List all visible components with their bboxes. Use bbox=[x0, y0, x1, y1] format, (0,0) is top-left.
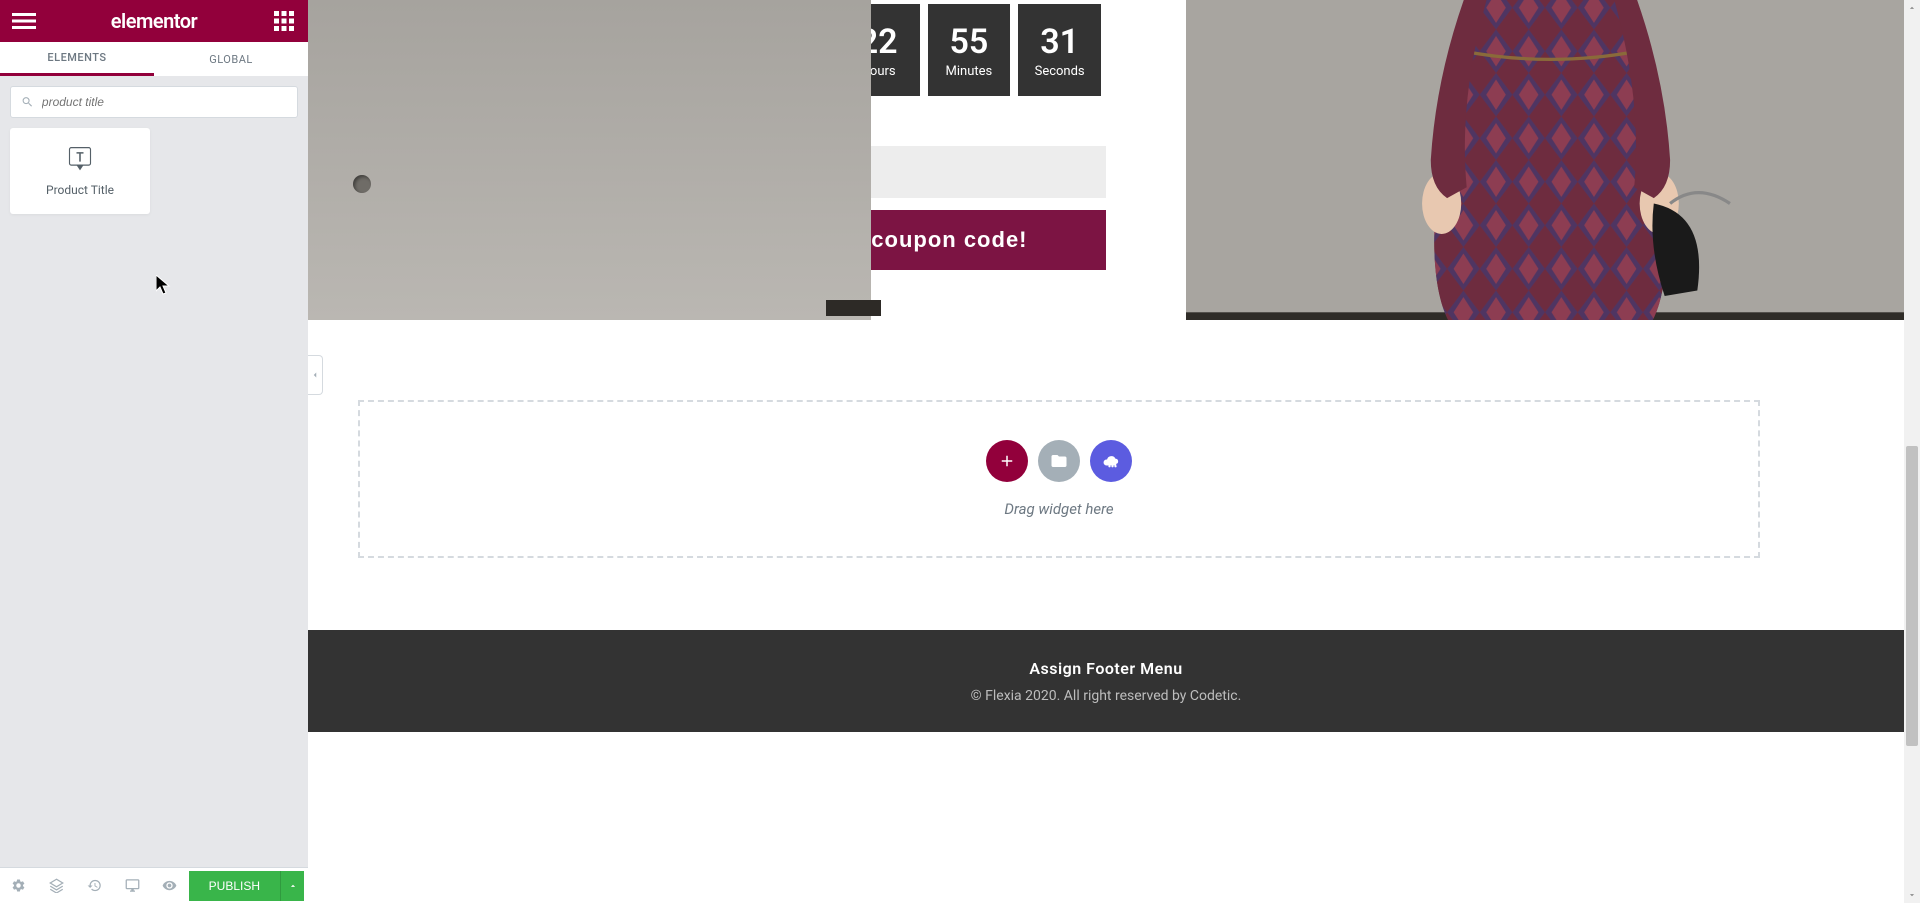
model-photo bbox=[1186, 0, 1904, 320]
publish-button[interactable]: PUBLISH bbox=[189, 871, 280, 901]
countdown-label: Minutes bbox=[946, 64, 993, 79]
add-template-button[interactable] bbox=[1038, 440, 1080, 482]
folder-icon bbox=[1050, 452, 1068, 470]
countdown-label: Seconds bbox=[1035, 64, 1085, 79]
scroll-down-icon[interactable] bbox=[1904, 887, 1920, 903]
plus-icon bbox=[998, 452, 1016, 470]
countdown-value: 31 bbox=[1040, 22, 1079, 62]
navigator-icon[interactable] bbox=[38, 868, 76, 904]
settings-icon[interactable] bbox=[0, 868, 38, 904]
cloud-icon bbox=[1102, 452, 1120, 470]
widget-search[interactable] bbox=[10, 86, 298, 118]
elementor-logo: elementor bbox=[111, 9, 198, 33]
panel-tabs: ELEMENTS GLOBAL bbox=[0, 42, 308, 76]
widget-product-title[interactable]: Product Title bbox=[10, 128, 150, 214]
editor-canvas: 34 Days 22 Hours 55 Minutes 31 bbox=[308, 0, 1920, 903]
footer-menu-link[interactable]: Assign Footer Menu bbox=[1029, 659, 1182, 678]
countdown-seconds: 31 Seconds bbox=[1018, 4, 1101, 96]
add-section-button[interactable] bbox=[986, 440, 1028, 482]
scrollbar[interactable] bbox=[1904, 0, 1920, 903]
panel-footer: PUBLISH bbox=[0, 867, 308, 903]
footer-copyright: © Flexia 2020. All right reserved by Cod… bbox=[971, 688, 1242, 704]
dropzone-actions bbox=[986, 440, 1132, 482]
tab-global[interactable]: GLOBAL bbox=[154, 42, 308, 76]
hero-bg-left bbox=[308, 0, 871, 320]
responsive-icon[interactable] bbox=[113, 868, 151, 904]
dropzone-hint: Drag widget here bbox=[1004, 500, 1113, 518]
preview-icon[interactable] bbox=[151, 868, 189, 904]
add-ai-button[interactable] bbox=[1090, 440, 1132, 482]
elementor-panel: elementor ELEMENTS GLOBAL Product bbox=[0, 0, 308, 903]
scrollbar-thumb[interactable] bbox=[1906, 446, 1918, 746]
tab-elements[interactable]: ELEMENTS bbox=[0, 42, 154, 76]
scroll-up-icon[interactable] bbox=[1904, 0, 1920, 16]
search-input[interactable] bbox=[42, 95, 287, 109]
hero-image-column bbox=[1186, 0, 1904, 320]
widgets-grid-icon[interactable] bbox=[272, 9, 296, 33]
product-title-icon bbox=[66, 145, 94, 173]
menu-icon[interactable] bbox=[12, 9, 36, 33]
countdown-value: 55 bbox=[949, 22, 988, 62]
countdown-minutes: 55 Minutes bbox=[928, 4, 1011, 96]
history-icon[interactable] bbox=[75, 868, 113, 904]
search-icon bbox=[21, 95, 34, 109]
add-section-dropzone[interactable]: Drag widget here bbox=[358, 400, 1760, 558]
widget-label: Product Title bbox=[46, 183, 114, 197]
page-footer: Assign Footer Menu © Flexia 2020. All ri… bbox=[308, 630, 1904, 732]
hero-section: 34 Days 22 Hours 55 Minutes 31 bbox=[308, 0, 1904, 320]
panel-collapse-handle[interactable] bbox=[308, 355, 323, 395]
publish-options-button[interactable] bbox=[280, 871, 304, 901]
panel-header: elementor bbox=[0, 0, 308, 42]
